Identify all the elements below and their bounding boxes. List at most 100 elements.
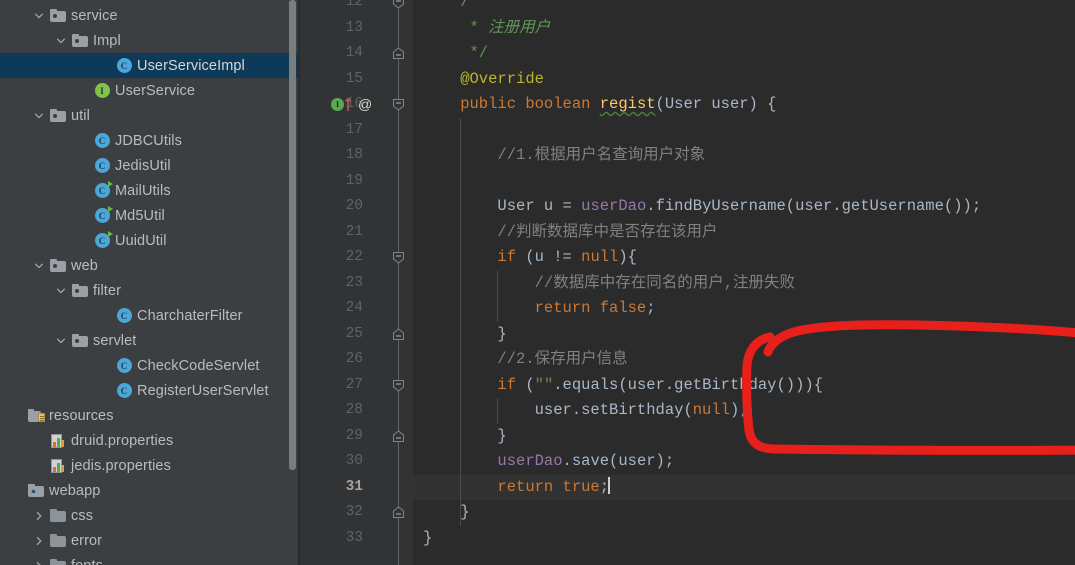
line-number-gutter[interactable]: 12 13 14 15 16 17 18 19 20 21 22 23 24 25 26 27 28 29 30 31… bbox=[300, 0, 385, 565]
webapp-folder-icon bbox=[26, 484, 46, 497]
code-line[interactable]: * 注册用户 bbox=[413, 16, 1075, 42]
tree-item-label: filter bbox=[93, 282, 121, 299]
chevron-right-icon[interactable] bbox=[30, 536, 48, 546]
tree-item-label: util bbox=[71, 107, 90, 124]
line-number: 26 bbox=[345, 351, 363, 367]
folder-icon bbox=[70, 34, 90, 47]
chevron-down-icon[interactable] bbox=[30, 111, 48, 121]
chevron-right-icon[interactable] bbox=[30, 511, 48, 521]
tree-item-registeruserservlet[interactable]: C RegisterUserServlet bbox=[0, 378, 300, 403]
tree-item-label: UuidUtil bbox=[115, 232, 167, 249]
plain-folder-icon bbox=[48, 509, 68, 522]
folder-icon bbox=[48, 9, 68, 22]
line-number: 15 bbox=[345, 70, 363, 87]
code-line[interactable]: } bbox=[413, 322, 1075, 348]
interface-icon: I bbox=[92, 83, 112, 98]
chevron-down-icon[interactable] bbox=[52, 286, 70, 296]
fold-marker-start[interactable] bbox=[392, 98, 405, 111]
tree-item-jdbcutils[interactable]: C JDBCUtils bbox=[0, 128, 300, 153]
line-number: 31 bbox=[345, 478, 363, 495]
code-editor-panel[interactable]: 12 13 14 15 16 17 18 19 20 21 22 23 24 25 26 27 28 29 30 31… bbox=[300, 0, 1075, 565]
tree-item-charchaterfilter[interactable]: C CharchaterFilter bbox=[0, 303, 300, 328]
plain-folder-icon bbox=[48, 559, 68, 565]
code-line[interactable]: if (u != null){ bbox=[413, 245, 1075, 271]
plain-folder-icon bbox=[48, 534, 68, 547]
fold-guide-line bbox=[398, 0, 399, 565]
chevron-right-icon[interactable] bbox=[30, 561, 48, 565]
fold-marker-start-partial[interactable] bbox=[392, 0, 405, 9]
code-line[interactable]: return true; bbox=[413, 475, 1075, 501]
tree-item-druid-properties[interactable]: druid.properties bbox=[0, 428, 300, 453]
class-icon-run: C bbox=[92, 206, 113, 223]
line-number: 23 bbox=[345, 274, 363, 291]
tree-item-service[interactable]: service bbox=[0, 3, 300, 28]
code-line[interactable]: /** bbox=[413, 0, 1075, 16]
tree-item-userserviceimpl[interactable]: C UserServiceImpl bbox=[0, 53, 300, 78]
tree-item-mailutils[interactable]: C MailUtils bbox=[0, 178, 300, 203]
fold-marker-end[interactable] bbox=[392, 47, 405, 60]
code-line[interactable]: userDao.save(user); bbox=[413, 449, 1075, 475]
fold-marker-end[interactable] bbox=[392, 429, 405, 443]
fold-marker-end[interactable] bbox=[392, 327, 405, 341]
chevron-down-icon[interactable] bbox=[52, 336, 70, 346]
code-line[interactable] bbox=[413, 169, 1075, 195]
chevron-down-icon[interactable] bbox=[30, 11, 48, 21]
code-line[interactable]: User u = userDao.findByUsername(user.get… bbox=[413, 194, 1075, 220]
tree-item-servlet[interactable]: servlet bbox=[0, 328, 300, 353]
code-line[interactable]: user.setBirthday(null); bbox=[413, 398, 1075, 424]
tree-item-jedis-properties[interactable]: jedis.properties bbox=[0, 453, 300, 478]
tree-item-jedisutil[interactable]: C JedisUtil bbox=[0, 153, 300, 178]
project-tree-panel[interactable]: service Impl C UserServiceImpl I UserService u… bbox=[0, 0, 300, 565]
line-number: 21 bbox=[345, 223, 363, 240]
tree-item-label: druid.properties bbox=[71, 432, 174, 449]
code-line[interactable]: */ bbox=[413, 41, 1075, 67]
code-line[interactable]: return false; bbox=[413, 296, 1075, 322]
tree-item-resources[interactable]: resources bbox=[0, 403, 300, 428]
code-line[interactable]: } bbox=[413, 500, 1075, 526]
properties-file-icon bbox=[48, 458, 68, 473]
line-number: 12 bbox=[345, 0, 363, 10]
code-line[interactable]: } bbox=[413, 526, 1075, 552]
code-line[interactable]: //判断数据库中是否存在该用户 bbox=[413, 220, 1075, 246]
properties-file-icon bbox=[48, 433, 68, 448]
tree-item-checkcodeservlet[interactable]: C CheckCodeServlet bbox=[0, 353, 300, 378]
code-text-area[interactable]: /** * 注册用户 */ @Override public boolean r… bbox=[413, 0, 1075, 565]
fold-marker-start[interactable] bbox=[392, 379, 405, 392]
code-line[interactable]: //2.保存用户信息 bbox=[413, 347, 1075, 373]
tree-item-impl[interactable]: Impl bbox=[0, 28, 300, 53]
tree-item-label: web bbox=[71, 257, 98, 274]
code-line[interactable]: public boolean regist(User user) { bbox=[413, 92, 1075, 118]
tree-item-web[interactable]: web bbox=[0, 253, 300, 278]
code-line[interactable]: @Override bbox=[413, 67, 1075, 93]
tree-item-util[interactable]: util bbox=[0, 103, 300, 128]
code-folding-column[interactable] bbox=[385, 0, 413, 565]
annotation-at-icon[interactable]: @ bbox=[358, 96, 372, 112]
implements-method-icon[interactable]: I bbox=[331, 98, 344, 111]
code-line[interactable] bbox=[413, 118, 1075, 144]
code-line[interactable]: } bbox=[413, 424, 1075, 450]
tree-item-webapp[interactable]: webapp bbox=[0, 478, 300, 503]
tree-item-label: jedis.properties bbox=[71, 457, 171, 474]
tree-item-userservice[interactable]: I UserService bbox=[0, 78, 300, 103]
chevron-down-icon[interactable] bbox=[30, 261, 48, 271]
tree-item-uuidutil[interactable]: C UuidUtil bbox=[0, 228, 300, 253]
override-arrow-icon[interactable] bbox=[344, 97, 352, 111]
folder-icon bbox=[48, 259, 68, 272]
code-line[interactable]: //1.根据用户名查询用户对象 bbox=[413, 143, 1075, 169]
tree-item-md5util[interactable]: C Md5Util bbox=[0, 203, 300, 228]
class-icon: C bbox=[114, 58, 134, 73]
chevron-down-icon[interactable] bbox=[52, 36, 70, 46]
tree-item-filter[interactable]: filter bbox=[0, 278, 300, 303]
code-line[interactable]: if ("".equals(user.getBirthday())){ bbox=[413, 373, 1075, 399]
tree-item-fonts[interactable]: fonts bbox=[0, 553, 300, 565]
tree-item-label: UserService bbox=[115, 82, 196, 99]
tree-item-css[interactable]: css bbox=[0, 503, 300, 528]
sidebar-scrollbar[interactable] bbox=[289, 0, 296, 565]
code-line[interactable]: //数据库中存在同名的用户,注册失败 bbox=[413, 271, 1075, 297]
line-number: 18 bbox=[345, 147, 363, 163]
fold-marker-end[interactable] bbox=[392, 506, 405, 519]
fold-marker-start[interactable] bbox=[392, 251, 405, 264]
sidebar-scrollbar-thumb[interactable] bbox=[289, 0, 296, 470]
tree-item-label: webapp bbox=[49, 482, 101, 499]
tree-item-error[interactable]: error bbox=[0, 528, 300, 553]
